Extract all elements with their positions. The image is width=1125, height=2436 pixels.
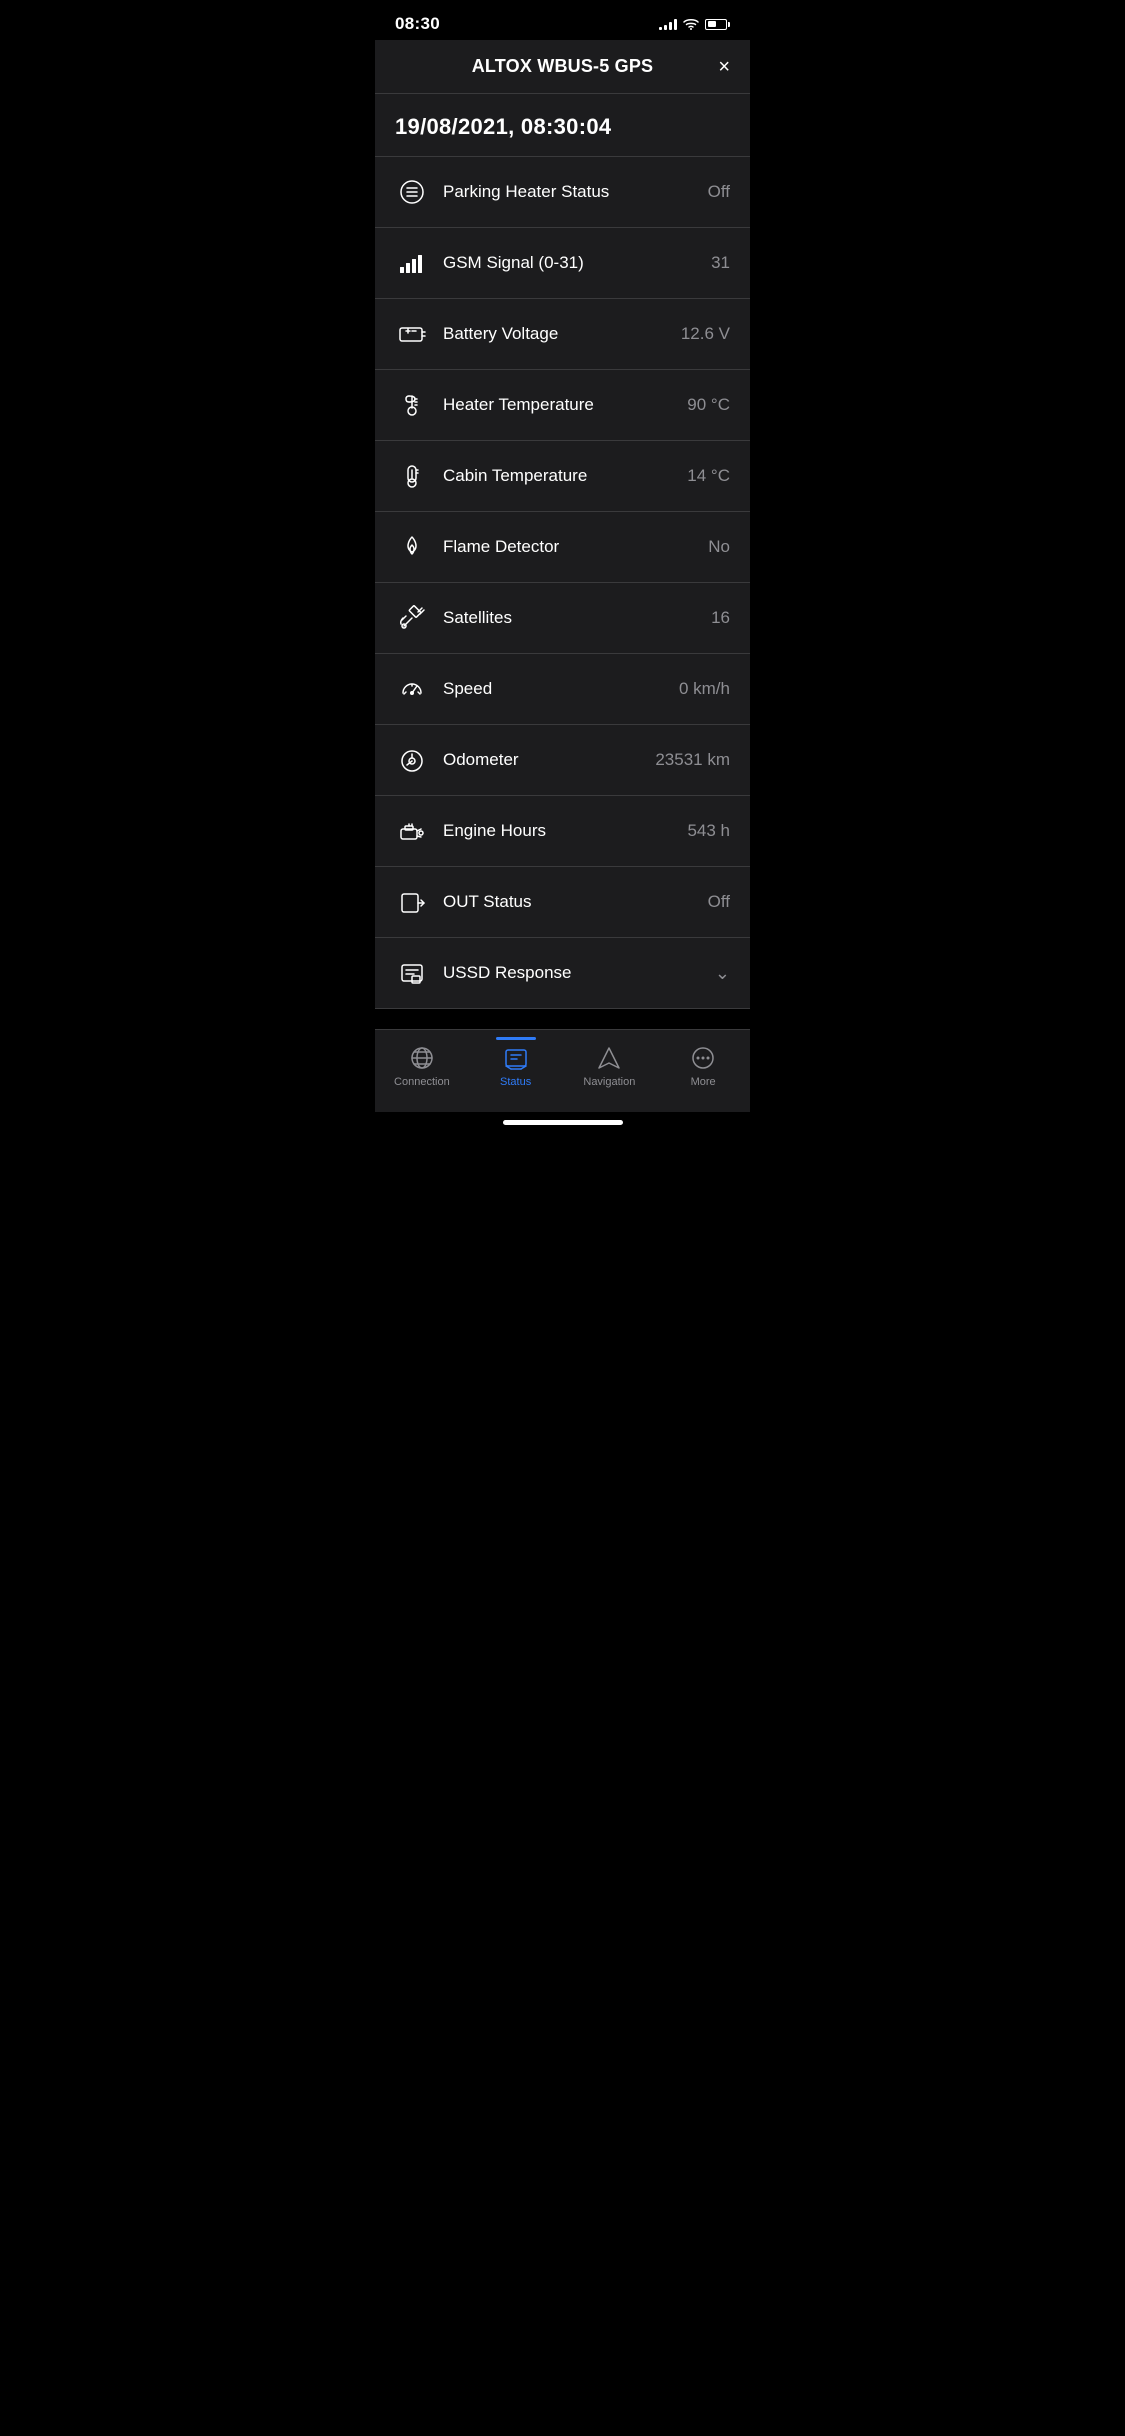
ussd-response-label: USSD Response [443,963,701,983]
tab-bar: Connection Status Navigation [375,1029,750,1112]
data-list: Parking Heater Status Off GSM Signal (0-… [375,157,750,1009]
menu-icon [395,175,429,209]
out-status-icon [395,885,429,919]
heater-temp-label: Heater Temperature [443,395,673,415]
row-flame-detector: Flame Detector No [375,512,750,583]
status-tab-icon [502,1044,530,1072]
battery-voltage-icon [395,317,429,351]
ussd-response-icon [395,956,429,990]
row-odometer: Odometer 23531 km [375,725,750,796]
cabin-temp-label: Cabin Temperature [443,466,673,486]
status-time: 08:30 [395,14,440,34]
battery-voltage-label: Battery Voltage [443,324,667,344]
row-out-status: OUT Status Off [375,867,750,938]
status-bar: 08:30 [375,0,750,40]
date-section: 19/08/2021, 08:30:04 [375,94,750,157]
row-parking-heater: Parking Heater Status Off [375,157,750,228]
tab-navigation[interactable]: Navigation [563,1040,657,1092]
tab-connection[interactable]: Connection [375,1040,469,1092]
header: ALTOX WBUS-5 GPS × [375,40,750,94]
date-text: 19/08/2021, 08:30:04 [395,114,611,139]
connection-tab-icon [408,1044,436,1072]
status-icons [659,18,730,30]
row-speed: Speed 0 km/h [375,654,750,725]
engine-hours-label: Engine Hours [443,821,673,841]
tab-active-indicator [496,1037,536,1040]
odometer-icon [395,743,429,777]
row-ussd-response[interactable]: USSD Response ⌄ [375,938,750,1009]
row-cabin-temp: Cabin Temperature 14 °C [375,441,750,512]
odometer-label: Odometer [443,750,641,770]
gsm-signal-label: GSM Signal (0-31) [443,253,697,273]
flame-detector-value: No [708,537,730,557]
out-status-value: Off [708,892,730,912]
tab-more[interactable]: More [656,1040,750,1092]
wifi-icon [683,18,699,30]
status-tab-label: Status [500,1076,531,1088]
signal-bars-icon [659,18,677,30]
cabin-temp-value: 14 °C [687,466,730,486]
row-gsm-signal: GSM Signal (0-31) 31 [375,228,750,299]
row-heater-temp: Heater Temperature 90 °C [375,370,750,441]
parking-heater-label: Parking Heater Status [443,182,694,202]
connection-tab-label: Connection [394,1076,450,1088]
home-indicator [375,1112,750,1135]
more-tab-label: More [691,1076,716,1088]
gsm-signal-icon [395,246,429,280]
ussd-chevron-icon: ⌄ [715,963,730,984]
cabin-temp-icon [395,459,429,493]
navigation-tab-icon [595,1044,623,1072]
speed-label: Speed [443,679,665,699]
heater-temp-icon [395,388,429,422]
header-title: ALTOX WBUS-5 GPS [472,56,654,77]
odometer-value: 23531 km [655,750,730,770]
heater-temp-value: 90 °C [687,395,730,415]
more-tab-icon [689,1044,717,1072]
satellites-icon [395,601,429,635]
battery-status-icon [705,19,730,30]
satellites-label: Satellites [443,608,697,628]
speed-icon [395,672,429,706]
navigation-tab-label: Navigation [583,1076,635,1088]
speed-value: 0 km/h [679,679,730,699]
row-battery-voltage: Battery Voltage 12.6 V [375,299,750,370]
close-button[interactable]: × [718,57,730,77]
home-bar [503,1120,623,1125]
bottom-spacer [375,1009,750,1029]
row-engine-hours: Engine Hours 543 h [375,796,750,867]
gsm-signal-value: 31 [711,253,730,273]
battery-voltage-value: 12.6 V [681,324,730,344]
parking-heater-value: Off [708,182,730,202]
out-status-label: OUT Status [443,892,694,912]
satellites-value: 16 [711,608,730,628]
flame-detector-label: Flame Detector [443,537,694,557]
engine-hours-icon [395,814,429,848]
tab-status[interactable]: Status [469,1040,563,1092]
flame-detector-icon [395,530,429,564]
row-satellites: Satellites 16 [375,583,750,654]
engine-hours-value: 543 h [687,821,730,841]
